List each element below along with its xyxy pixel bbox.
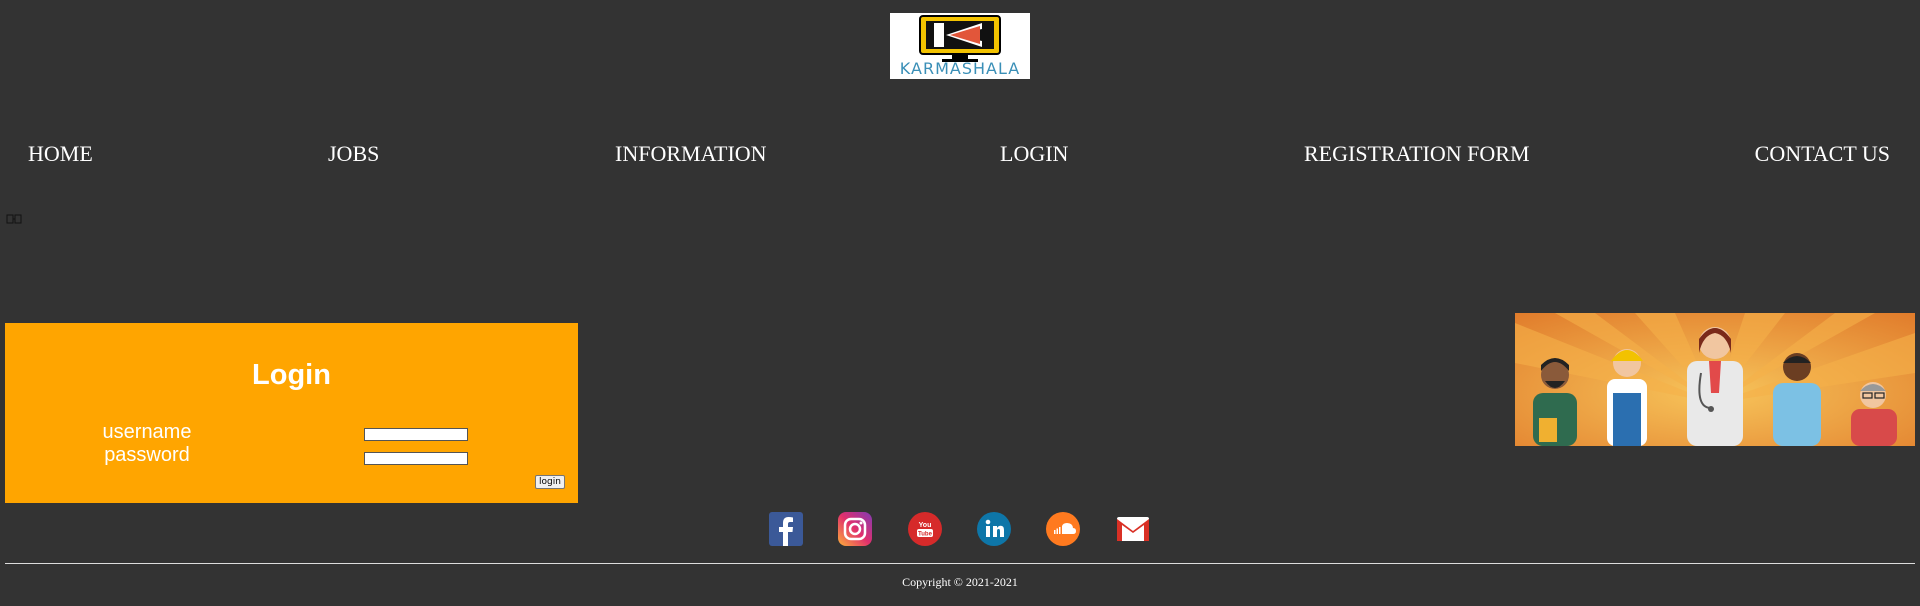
password-label: password bbox=[104, 444, 190, 466]
soundcloud-icon[interactable] bbox=[1046, 512, 1080, 546]
logo-text: KARMASHALA bbox=[899, 59, 1021, 78]
login-panel: Login username password login bbox=[5, 323, 578, 503]
nav-login[interactable]: LOGIN bbox=[1000, 141, 1068, 167]
nav-jobs[interactable]: JOBS bbox=[328, 141, 379, 167]
login-button[interactable]: login bbox=[535, 475, 565, 489]
svg-text:You: You bbox=[919, 522, 932, 529]
svg-text:Tube: Tube bbox=[918, 532, 933, 538]
password-input[interactable] bbox=[364, 452, 468, 465]
facebook-icon[interactable] bbox=[769, 512, 803, 546]
copyright-text: Copyright © 2021-2021 bbox=[902, 575, 1018, 589]
gmail-icon[interactable] bbox=[1116, 512, 1150, 546]
broken-image-icon bbox=[6, 214, 22, 224]
social-links: You Tube bbox=[0, 512, 1920, 546]
nav-contact-us[interactable]: CONTACT US bbox=[1755, 141, 1890, 167]
youtube-icon[interactable]: You Tube bbox=[908, 512, 942, 546]
username-label: username bbox=[102, 421, 192, 443]
workers-banner-image bbox=[1515, 313, 1915, 446]
username-input[interactable] bbox=[364, 428, 468, 441]
monitor-logo-icon bbox=[919, 15, 1001, 62]
linkedin-icon[interactable] bbox=[977, 512, 1011, 546]
nav-registration-form[interactable]: REGISTRATION FORM bbox=[1304, 141, 1530, 167]
footer-divider bbox=[5, 563, 1915, 564]
main-navigation: HOME JOBS INFORMATION LOGIN REGISTRATION… bbox=[0, 141, 1920, 171]
karmashala-logo: KARMASHALA bbox=[890, 13, 1030, 79]
instagram-icon[interactable] bbox=[838, 512, 872, 546]
nav-information[interactable]: INFORMATION bbox=[615, 141, 767, 167]
login-title: Login bbox=[252, 359, 331, 391]
nav-home[interactable]: HOME bbox=[28, 141, 93, 167]
